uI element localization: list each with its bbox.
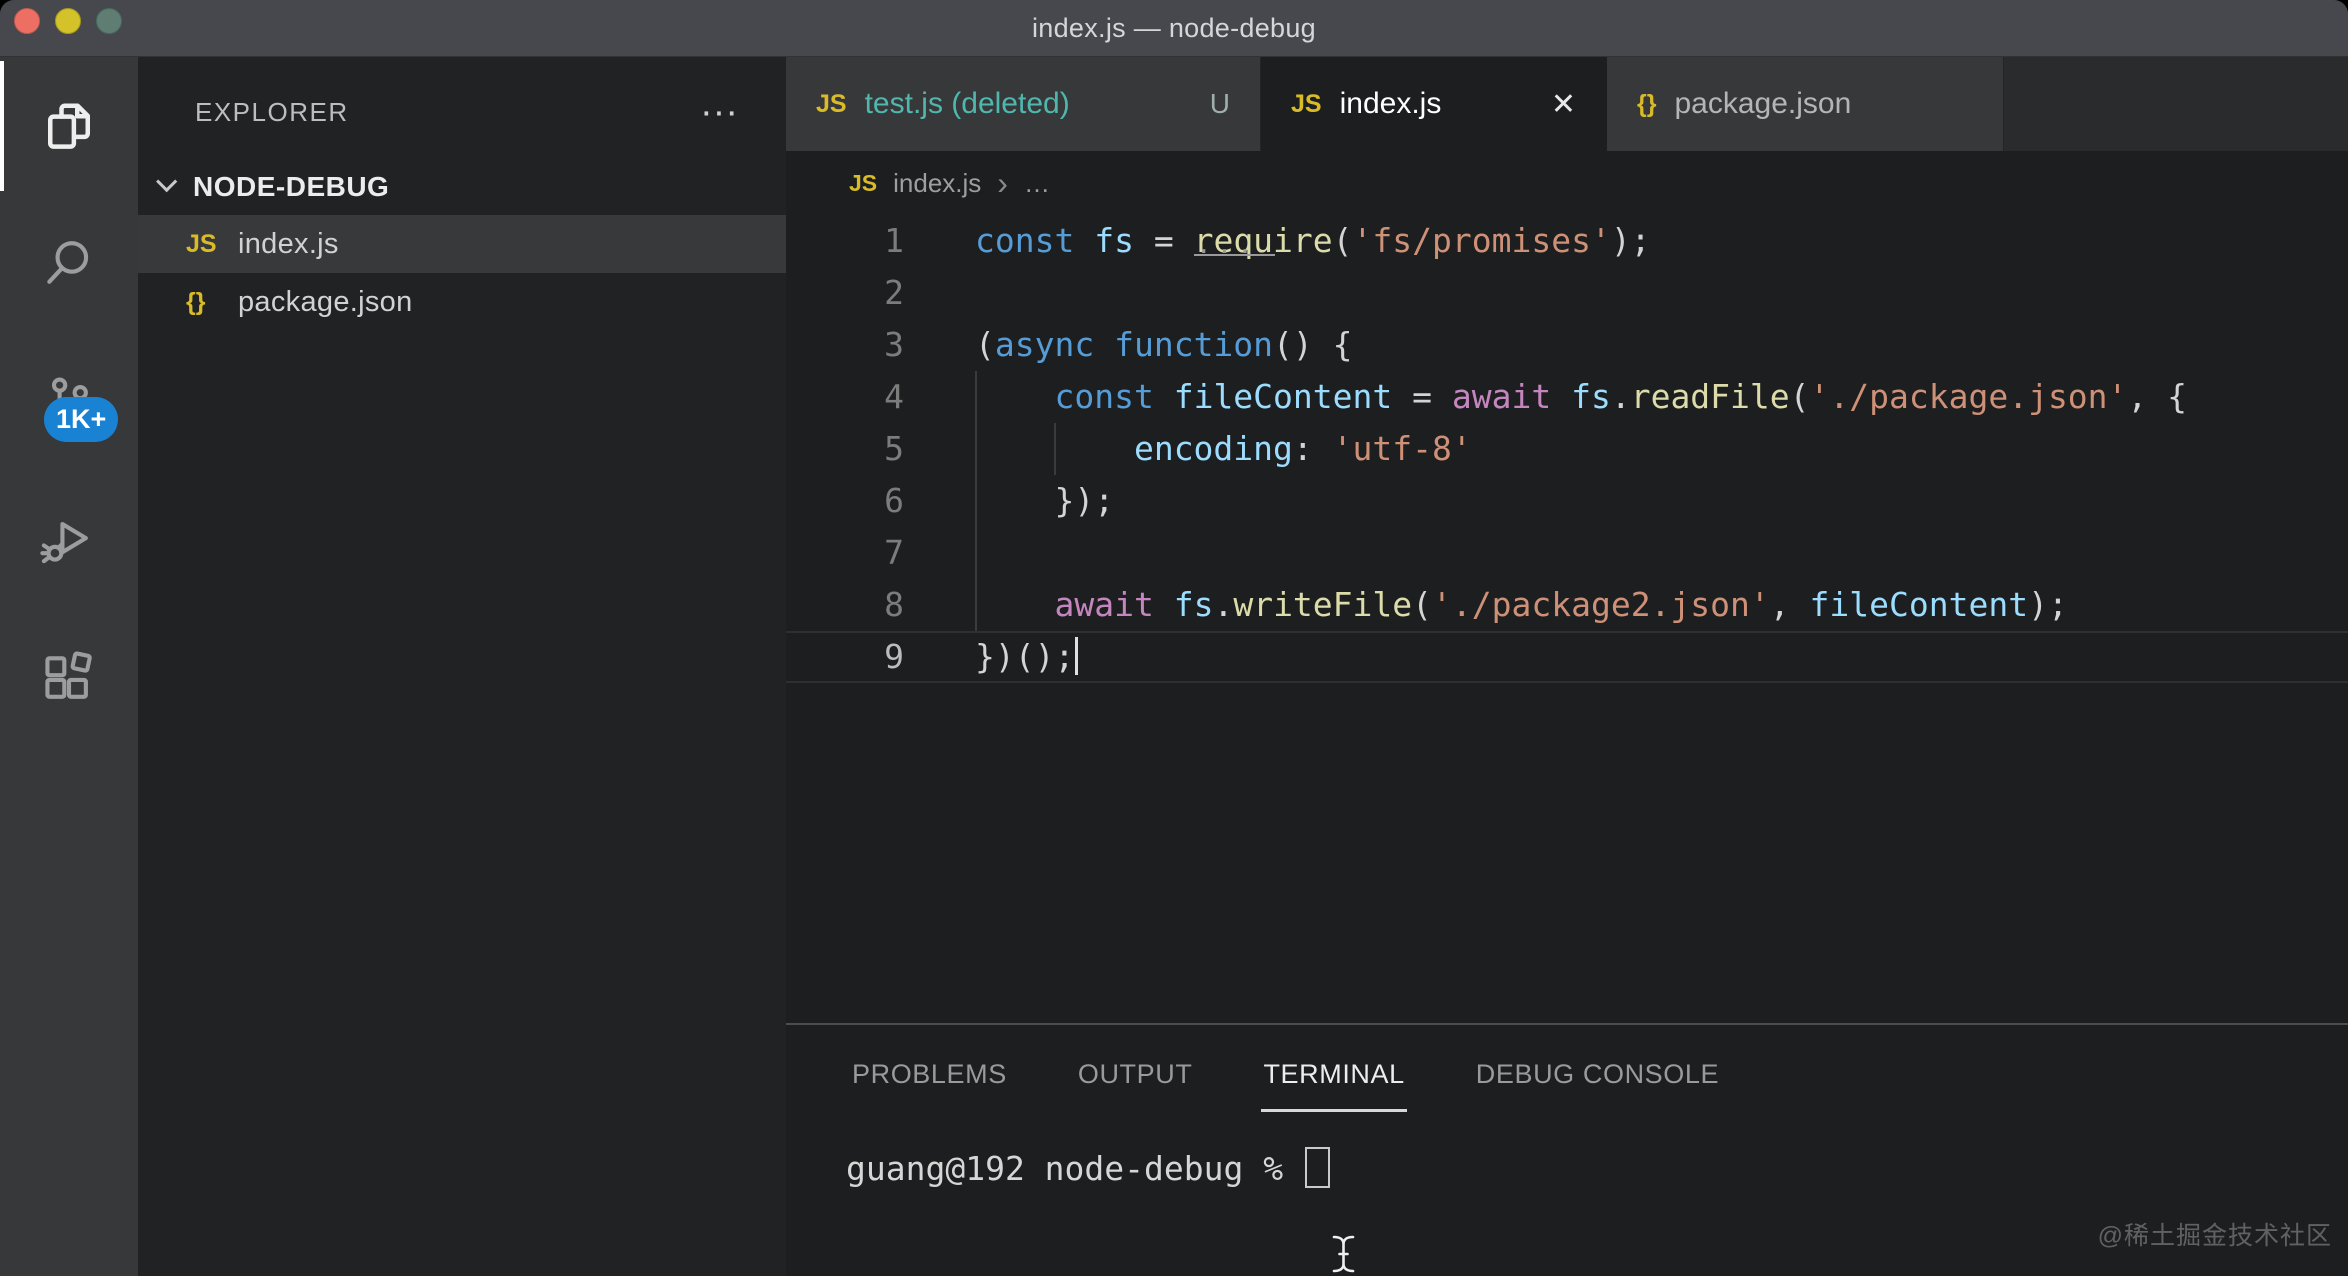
code-line-2: 2 (786, 267, 2348, 319)
git-status-badge: U (1210, 88, 1230, 120)
code-line-6: 6 }); (786, 475, 2348, 527)
json-file-icon: {} (1637, 90, 1656, 119)
run-and-debug-icon (39, 510, 99, 570)
titlebar: index.js — node-debug (0, 0, 2348, 57)
breadcrumb-file[interactable]: index.js (893, 168, 981, 199)
indent-guide (975, 371, 977, 423)
close-icon[interactable]: ✕ (1551, 87, 1576, 122)
tab-label: index.js (1340, 87, 1442, 121)
terminal[interactable]: guang@192 node-debug % (786, 1147, 2348, 1188)
search-icon (39, 234, 99, 294)
terminal-prompt: guang@192 node-debug % (846, 1149, 1283, 1188)
folder-row-node-debug[interactable]: NODE-DEBUG (138, 159, 786, 215)
panel-tab-bar: PROBLEMS OUTPUT TERMINAL DEBUG CONSOLE (786, 1025, 2348, 1123)
minimize-window-button[interactable] (55, 8, 81, 34)
window-title: index.js — node-debug (0, 0, 2348, 56)
activity-item-run-and-debug[interactable] (0, 471, 138, 609)
tab-bar: JS test.js (deleted) U JS index.js ✕ {} package… (786, 57, 2348, 151)
json-file-icon: {} (186, 288, 238, 317)
code-line-3: 3 (async function() { (786, 319, 2348, 371)
editor-code-area[interactable]: 1 const fs = require···('fs/promises'); 23… (786, 215, 2348, 1023)
file-name: index.js (238, 228, 339, 261)
code-text: (async function() { (975, 319, 2348, 371)
code-text (975, 267, 2348, 319)
line-number[interactable]: 7 (786, 527, 904, 579)
watermark: @稀土掘金技术社区 (2098, 1216, 2332, 1252)
line-number[interactable]: 5 (786, 423, 904, 475)
panel-tab-terminal[interactable]: TERMINAL (1261, 1051, 1406, 1098)
folder-name: NODE-DEBUG (193, 171, 389, 203)
explorer-sidebar: EXPLORER ··· NODE-DEBUG JSindex.js{}pack… (138, 57, 786, 1276)
text-caret (1075, 637, 1078, 675)
js-file-icon: JS (186, 230, 238, 259)
vscode-window: index.js — node-debug 1K+ EXPLORER ··· N… (0, 0, 2348, 1276)
panel-tab-debug-console[interactable]: DEBUG CONSOLE (1474, 1051, 1721, 1098)
code-text: })(); (975, 631, 2348, 683)
extensions-icon (39, 648, 99, 708)
line-number[interactable]: 9 (786, 631, 904, 683)
line-number[interactable]: 8 (786, 579, 904, 631)
breadcrumb: JS index.js › … (786, 151, 2348, 215)
close-window-button[interactable] (14, 8, 40, 34)
file-tree: JSindex.js{}package.json (138, 215, 786, 331)
code-text (975, 527, 2348, 579)
terminal-cursor (1305, 1147, 1330, 1188)
tab-index.js[interactable]: JS index.js ✕ (1261, 57, 1607, 151)
breadcrumb-chevron-icon: › (997, 173, 1008, 193)
zoom-window-button[interactable] (96, 8, 122, 34)
code-text: const fileContent = await fs.readFile('.… (975, 371, 2348, 423)
line-number[interactable]: 1 (786, 215, 904, 267)
tab-test.js-deleted-[interactable]: JS test.js (deleted) U (786, 57, 1261, 151)
js-file-icon: JS (816, 90, 847, 119)
code-line-5: 5 encoding: 'utf-8' (786, 423, 2348, 475)
tab-label: test.js (deleted) (865, 87, 1070, 121)
more-actions-icon[interactable]: ··· (700, 102, 738, 122)
code-line-1: 1 const fs = require···('fs/promises'); (786, 215, 2348, 267)
tab-package.json[interactable]: {} package.json (1607, 57, 2004, 151)
indent-guide (975, 527, 977, 579)
sidebar-header: EXPLORER ··· (138, 57, 786, 159)
panel-tab-problems[interactable]: PROBLEMS (850, 1051, 1009, 1098)
file-row-package.json[interactable]: {}package.json (138, 273, 786, 331)
js-file-icon: JS (849, 170, 877, 197)
indent-guide (1054, 423, 1056, 475)
breadcrumb-symbol[interactable]: … (1024, 168, 1050, 199)
js-file-icon: JS (1291, 90, 1322, 119)
activity-item-explorer[interactable] (0, 57, 138, 195)
source-control-badge: 1K+ (44, 397, 118, 442)
tab-label: package.json (1674, 87, 1851, 121)
code-line-9: 9 })(); (786, 631, 2348, 683)
code-line-7: 7 (786, 527, 2348, 579)
activity-item-source-control[interactable]: 1K+ (0, 333, 138, 471)
line-number[interactable]: 6 (786, 475, 904, 527)
activity-bar: 1K+ (0, 57, 138, 1276)
code-text: }); (975, 475, 2348, 527)
code-text: encoding: 'utf-8' (975, 423, 2348, 475)
line-number[interactable]: 2 (786, 267, 904, 319)
line-number[interactable]: 4 (786, 371, 904, 423)
chevron-down-icon (156, 171, 177, 192)
ibeam-cursor (1330, 1234, 1357, 1274)
explorer-icon (39, 96, 99, 156)
editor-group: JS test.js (deleted) U JS index.js ✕ {} package… (786, 57, 2348, 1276)
indent-guide (975, 423, 977, 475)
activity-item-extensions[interactable] (0, 609, 138, 747)
code-text: const fs = require···('fs/promises'); (975, 215, 2348, 267)
traffic-lights (14, 8, 122, 34)
indent-guide (975, 579, 977, 631)
code-text: await fs.writeFile('./package2.json', fi… (975, 579, 2348, 631)
file-row-index.js[interactable]: JSindex.js (138, 215, 786, 273)
code-line-8: 8 await fs.writeFile('./package2.json', … (786, 579, 2348, 631)
sidebar-title: EXPLORER (195, 97, 349, 128)
activity-item-search[interactable] (0, 195, 138, 333)
file-name: package.json (238, 286, 413, 319)
code-line-4: 4 const fileContent = await fs.readFile(… (786, 371, 2348, 423)
indent-guide (975, 475, 977, 527)
panel-tab-output[interactable]: OUTPUT (1076, 1051, 1195, 1098)
line-number[interactable]: 3 (786, 319, 904, 371)
